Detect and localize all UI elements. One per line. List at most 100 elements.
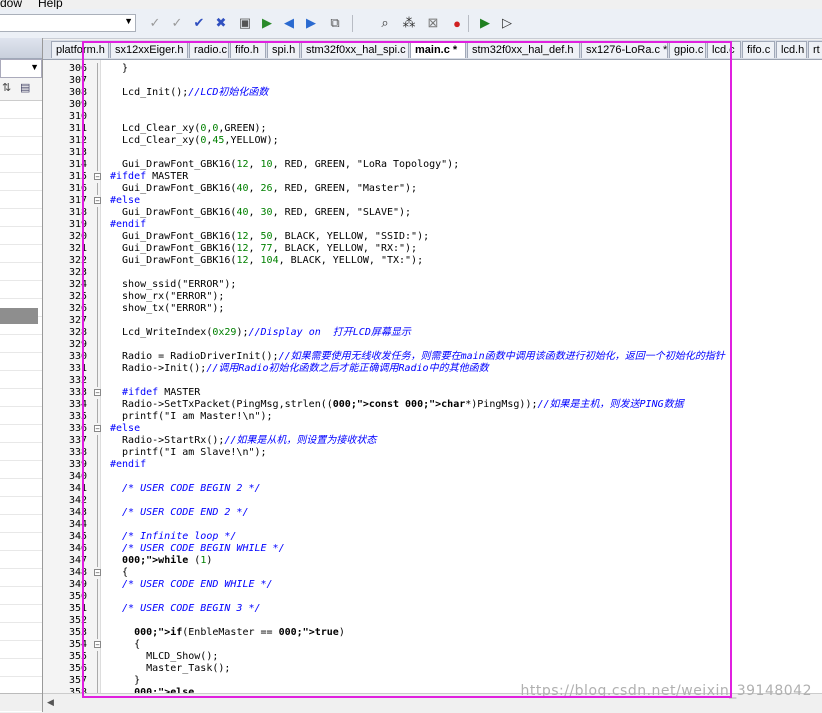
document-icon[interactable]: ▣ [236, 14, 254, 32]
code-line[interactable]: 329 [43, 339, 822, 351]
tab-rt[interactable]: rt [808, 41, 822, 58]
code-line[interactable]: 309 [43, 99, 822, 111]
code-line[interactable]: 326 show_tx("ERROR"); [43, 303, 822, 315]
tab-stm32f0xx-hal-spi-c[interactable]: stm32f0xx_hal_spi.c [301, 41, 409, 58]
code-line[interactable]: 322 Gui_DrawFont_GBK16(12, 104, BLACK, Y… [43, 255, 822, 267]
sort-icon[interactable]: ⇅ [2, 81, 11, 94]
code-line[interactable]: 333− #ifdef MASTER [43, 387, 822, 399]
code-line[interactable]: 338 printf("I am Slave!\n"); [43, 447, 822, 459]
bookmark-icon[interactable]: ▶ [258, 14, 276, 32]
browse-icon[interactable]: ▤ [20, 81, 30, 94]
selected-tree-item[interactable] [0, 308, 38, 324]
project-dropdown[interactable]: ▼ [0, 59, 42, 78]
tab-sx12xxeiger-h[interactable]: sx12xxEiger.h [110, 41, 188, 58]
tab-fifo-h[interactable]: fifo.h [230, 41, 266, 58]
code-line[interactable]: 316 Gui_DrawFont_GBK16(40, 26, RED, GREE… [43, 183, 822, 195]
code-line[interactable]: 317− #else [43, 195, 822, 207]
clear-breakpoint-icon[interactable]: ✖ [212, 14, 230, 32]
tab-stm32f0xx-hal-def-h[interactable]: stm32f0xx_hal_def.h [467, 41, 580, 58]
tab-spi-h[interactable]: spi.h [267, 41, 300, 58]
code-line[interactable]: 344 [43, 519, 822, 531]
panel-scrollbar[interactable] [0, 693, 42, 711]
fold-toggle-icon[interactable]: − [94, 425, 101, 433]
menu-item-help[interactable]: Help [38, 0, 63, 9]
code-line[interactable]: 323 [43, 267, 822, 279]
code-line[interactable]: 345 /* Infinite loop */ [43, 531, 822, 543]
tab-main-c[interactable]: main.c * [410, 41, 466, 58]
find-icon[interactable]: ⌕ [376, 14, 394, 32]
code-line[interactable]: 349 /* USER CODE END WHILE */ [43, 579, 822, 591]
chevron-down-icon[interactable]: ▼ [30, 62, 39, 72]
set-breakpoint-icon[interactable]: ✔ [190, 14, 208, 32]
fold-toggle-icon[interactable]: − [94, 197, 101, 205]
code-line[interactable]: 311 Lcd_Clear_xy(0,0,GREEN); [43, 123, 822, 135]
code-line[interactable]: 347 000;">while (1) [43, 555, 822, 567]
code-line[interactable]: 312 Lcd_Clear_xy(0,45,YELLOW); [43, 135, 822, 147]
code-editor[interactable]: 306 } 307 308 Lcd_Init();//LCD初始化函数 309 310 3… [43, 60, 822, 693]
code-line[interactable]: 307 [43, 75, 822, 87]
tab-gpio-c[interactable]: gpio.c [669, 41, 706, 58]
code-line[interactable]: 341 /* USER CODE BEGIN 2 */ [43, 483, 822, 495]
code-line[interactable]: 332 [43, 375, 822, 387]
fold-toggle-icon[interactable]: − [94, 641, 101, 649]
rebuild-icon[interactable]: ▷ [498, 14, 516, 32]
code-line[interactable]: 314 Gui_DrawFont_GBK16(12, 10, RED, GREE… [43, 159, 822, 171]
code-line[interactable]: 330 Radio = RadioDriverInit();//如果需要使用无线… [43, 351, 822, 363]
code-line[interactable]: 340 [43, 471, 822, 483]
code-line[interactable]: 334 Radio->SetTxPacket(PingMsg,strlen((0… [43, 399, 822, 411]
tab-lcd-c[interactable]: lcd.c [707, 41, 741, 58]
code-line[interactable]: 313 [43, 147, 822, 159]
code-line[interactable]: 339 #endif [43, 459, 822, 471]
code-line[interactable]: 308 Lcd_Init();//LCD初始化函数 [43, 87, 822, 99]
code-line[interactable]: 331 Radio->Init();//调用Radio初始化函数之后才能正确调用… [43, 363, 822, 375]
tab-radio-c[interactable]: radio.c [189, 41, 229, 58]
code-line[interactable]: 356 Master_Task(); [43, 663, 822, 675]
code-line[interactable]: 342 [43, 495, 822, 507]
code-line[interactable]: 306 } [43, 63, 822, 75]
checkmark-gray2-icon[interactable]: ✓ [168, 14, 186, 32]
tab-fifo-c[interactable]: fifo.c [742, 41, 775, 58]
fold-toggle-icon[interactable]: − [94, 389, 101, 397]
code-line[interactable]: 336− #else [43, 423, 822, 435]
incremental-find-icon[interactable]: ⊠ [424, 14, 442, 32]
code-line[interactable]: 328 Lcd_WriteIndex(0x29);//Display on 打开… [43, 327, 822, 339]
code-line[interactable]: 318 Gui_DrawFont_GBK16(40, 30, RED, GREE… [43, 207, 822, 219]
code-line[interactable]: 353 000;">if(EnbleMaster == 000;">true) [43, 627, 822, 639]
code-line[interactable]: 355 MLCD_Show(); [43, 651, 822, 663]
code-line[interactable]: 351 /* USER CODE BEGIN 3 */ [43, 603, 822, 615]
code-line[interactable]: 325 show_rx("ERROR"); [43, 291, 822, 303]
code-line[interactable]: 324 show_ssid("ERROR"); [43, 279, 822, 291]
find-in-files-icon[interactable]: ⁂ [400, 14, 418, 32]
project-tree[interactable] [0, 101, 42, 701]
code-line[interactable]: 337 Radio->StartRx();//如果是从机，则设置为接收状态 [43, 435, 822, 447]
code-line[interactable]: 348− { [43, 567, 822, 579]
bookmark-prev-icon[interactable]: ◀ [280, 14, 298, 32]
tab-platform-h[interactable]: platform.h [51, 41, 109, 58]
code-line[interactable]: 350 [43, 591, 822, 603]
menu-item-dow[interactable]: dow [0, 0, 22, 9]
debug-stop-icon[interactable]: ● [448, 14, 466, 32]
fold-guide [97, 603, 98, 615]
code-line[interactable]: 327 [43, 315, 822, 327]
fold-toggle-icon[interactable]: − [94, 173, 101, 181]
bookmark-next-icon[interactable]: ▶ [302, 14, 320, 32]
build-icon[interactable]: ▶ [476, 14, 494, 32]
code-line[interactable]: 319 #endif [43, 219, 822, 231]
tab-lcd-h[interactable]: lcd.h [776, 41, 807, 58]
code-line[interactable]: 352 [43, 615, 822, 627]
checkmark-gray-icon[interactable]: ✓ [146, 14, 164, 32]
scroll-left-icon[interactable]: ◀ [47, 697, 54, 708]
code-line[interactable]: 354− { [43, 639, 822, 651]
tab-sx1276-lora-c[interactable]: sx1276-LoRa.c * [581, 41, 668, 58]
fold-toggle-icon[interactable]: − [94, 569, 101, 577]
code-line[interactable]: 315− #ifdef MASTER [43, 171, 822, 183]
code-line[interactable]: 343 /* USER CODE END 2 */ [43, 507, 822, 519]
code-line[interactable]: 310 [43, 111, 822, 123]
code-line[interactable]: 320 Gui_DrawFont_GBK16(12, 50, BLACK, YE… [43, 231, 822, 243]
target-combo[interactable]: ▼ [0, 14, 136, 32]
bookmark-clear-icon[interactable]: ⧉ [326, 14, 344, 32]
code-line[interactable]: 321 Gui_DrawFont_GBK16(12, 77, BLACK, YE… [43, 243, 822, 255]
chevron-down-icon[interactable]: ▼ [124, 16, 133, 26]
code-line[interactable]: 346 /* USER CODE BEGIN WHILE */ [43, 543, 822, 555]
code-line[interactable]: 335 printf("I am Master!\n"); [43, 411, 822, 423]
